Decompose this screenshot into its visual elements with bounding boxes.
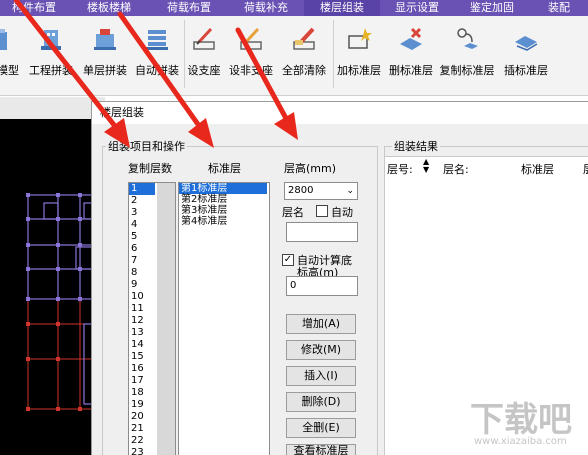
single-floor-assemble-button[interactable]: 单层拼装 — [80, 24, 130, 86]
set-support-button[interactable]: 设支座 — [185, 24, 223, 86]
floor-height-value: 2800 — [288, 185, 314, 196]
copy-standard-floor-label: 复制标准层 — [439, 64, 495, 77]
project-assemble-label: 工程拼装 — [29, 64, 73, 77]
menu-item-floor-assembly[interactable]: 楼层组装 — [304, 0, 380, 16]
floor-name-label: 层名 — [282, 206, 304, 219]
standard-floor-label: 标准层 — [208, 162, 241, 175]
modify-button[interactable]: 修改(M) — [286, 340, 356, 360]
result-column-floor-number[interactable]: 层号: — [387, 161, 413, 177]
standard-floor-item[interactable]: 第3标准层 — [179, 205, 269, 216]
ribbon-toolbar: 模型 工程拼装 单层拼装 自动拼装 设支座 设非支座 全部清除 加标准层 删标准… — [0, 16, 588, 96]
add-standard-floor-label: 加标准层 — [337, 64, 381, 77]
auto-assemble-label: 自动拼装 — [135, 64, 179, 77]
clear-all-icon — [293, 27, 315, 50]
result-column-floor-name[interactable]: 层名: — [443, 161, 469, 177]
menu-item-display-settings[interactable]: 显示设置 — [380, 0, 454, 16]
copy-count-label: 复制层数 — [128, 162, 172, 175]
result-column-standard-floor[interactable]: 标准层 — [521, 161, 554, 177]
watermark-logo: 下载吧 — [470, 400, 572, 440]
workspace-tab-strip — [0, 97, 105, 119]
set-support-label: 设支座 — [187, 64, 221, 77]
menu-item-prefab[interactable]: 装配 — [530, 0, 588, 16]
standard-floor-item[interactable]: 第4标准层 — [179, 216, 269, 227]
floor-plan-drawing — [26, 193, 104, 411]
watermark-domain: www.xiazaiba.com — [474, 436, 567, 447]
model-icon — [0, 29, 7, 50]
copy-count-item[interactable]: 1 — [129, 183, 155, 195]
insert-standard-floor-label: 插标准层 — [504, 64, 548, 77]
delete-standard-floor-icon — [400, 27, 422, 50]
delete-standard-floor-button[interactable]: 删标准层 — [386, 24, 436, 86]
set-non-support-button[interactable]: 设非支座 — [226, 24, 276, 86]
single-floor-assemble-label: 单层拼装 — [83, 64, 127, 77]
auto-assemble-button[interactable]: 自动拼装 — [132, 24, 182, 86]
copy-count-scrollbar[interactable] — [157, 183, 175, 455]
add-standard-floor-button[interactable]: 加标准层 — [334, 24, 384, 86]
menu-bar: 构件布置 楼板楼梯 荷载布置 荷载补充 楼层组装 显示设置 鉴定加固 装配 — [0, 0, 588, 16]
delete-button[interactable]: 删除(D) — [286, 392, 356, 412]
insert-standard-floor-icon — [515, 36, 538, 51]
delete-all-button[interactable]: 全删(E) — [286, 418, 356, 438]
set-support-icon — [193, 27, 215, 50]
floor-height-label: 层高(mm) — [284, 162, 337, 175]
copy-standard-floor-icon — [457, 28, 478, 49]
menu-item-slab-stairs[interactable]: 楼板楼梯 — [68, 0, 150, 16]
set-non-support-icon — [240, 27, 262, 50]
standard-floor-list[interactable]: 第1标准层 第2标准层 第3标准层 第4标准层 — [178, 182, 270, 455]
project-assemble-button[interactable]: 工程拼装 — [26, 24, 76, 86]
add-button[interactable]: 增加(A) — [286, 314, 356, 334]
sort-arrows-icon: ▲ ▼ — [423, 157, 430, 174]
copy-count-list[interactable]: 1 2 3 4 5 6 7 8 9 10 11 12 13 14 15 16 17 18 19 20 21 22 23 — [128, 182, 176, 455]
project-assemble-icon — [41, 30, 61, 50]
delete-standard-floor-label: 删标准层 — [389, 64, 433, 77]
auto-calc-elevation-checkbox[interactable]: ✓ — [282, 254, 294, 266]
standard-floor-items: 第1标准层 第2标准层 第3标准层 第4标准层 — [179, 183, 269, 227]
floor-name-input[interactable] — [286, 222, 358, 242]
add-standard-floor-icon — [348, 28, 372, 49]
view-standard-floor-button[interactable]: 查看标准层 — [286, 444, 356, 455]
menu-item-component-layout[interactable]: 构件布置 — [0, 0, 68, 16]
set-non-support-label: 设非支座 — [229, 64, 273, 77]
auto-name-checkbox[interactable] — [316, 205, 328, 217]
model-button[interactable]: 模型 — [0, 24, 24, 86]
floor-height-select[interactable]: 2800 ⌄ — [284, 182, 358, 200]
menu-item-load-layout[interactable]: 荷载布置 — [150, 0, 228, 16]
insert-button[interactable]: 插入(I) — [286, 366, 356, 386]
clear-all-label: 全部清除 — [282, 64, 326, 77]
result-column-floor-height[interactable]: 层 — [583, 161, 588, 177]
chevron-down-icon: ⌄ — [346, 186, 354, 196]
cad-drawing-canvas[interactable] — [0, 119, 105, 455]
model-button-label: 模型 — [0, 64, 19, 77]
single-floor-assemble-icon — [94, 29, 116, 50]
assembly-result-group-title: 组装结果 — [392, 138, 440, 154]
clear-all-button[interactable]: 全部清除 — [278, 24, 330, 86]
copy-standard-floor-button[interactable]: 复制标准层 — [437, 24, 497, 86]
insert-standard-floor-button[interactable]: 插标准层 — [500, 24, 552, 86]
menu-item-appraisal-reinforce[interactable]: 鉴定加固 — [454, 0, 530, 16]
standard-floor-item[interactable]: 第1标准层 — [179, 183, 267, 194]
auto-assemble-icon — [146, 30, 168, 50]
standard-floor-item[interactable]: 第2标准层 — [179, 194, 269, 205]
dialog-title: 楼层组装 — [92, 102, 588, 124]
assembly-items-group-title: 组装项目和操作 — [106, 138, 187, 154]
elevation-input[interactable]: 0 — [286, 276, 358, 296]
menu-item-load-supplement[interactable]: 荷载补充 — [228, 0, 304, 16]
auto-name-label: 自动 — [331, 206, 353, 219]
